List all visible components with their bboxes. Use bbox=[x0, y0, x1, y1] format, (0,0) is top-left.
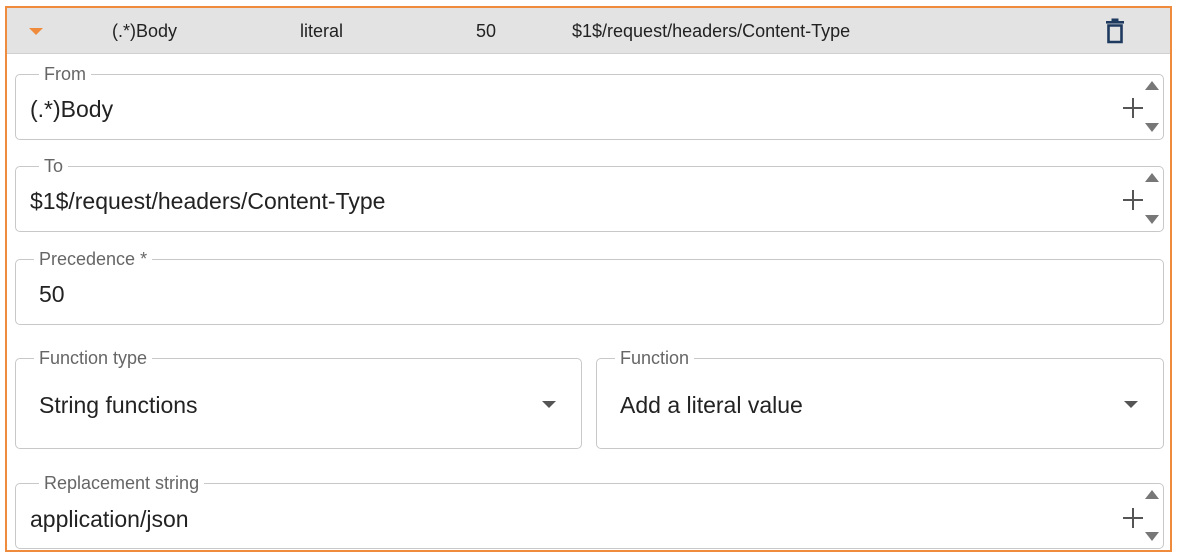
to-field[interactable]: To $1$/request/headers/Content-Type bbox=[15, 156, 1164, 232]
trash-icon[interactable] bbox=[1104, 18, 1126, 44]
rule-panel: (.*)Body literal 50 $1$/request/headers/… bbox=[5, 6, 1172, 552]
spin-up-icon[interactable] bbox=[1145, 173, 1159, 182]
function-type-value: String functions bbox=[39, 392, 198, 418]
from-field[interactable]: From (.*)Body bbox=[15, 64, 1164, 140]
caret-down-icon[interactable] bbox=[29, 28, 43, 35]
function-value: Add a literal value bbox=[620, 392, 803, 418]
spin-up-icon[interactable] bbox=[1145, 490, 1159, 499]
function-label: Function bbox=[615, 348, 695, 368]
function-type-label: Function type bbox=[34, 348, 153, 368]
rule-header-row[interactable]: (.*)Body literal 50 $1$/request/headers/… bbox=[7, 8, 1170, 54]
header-from: (.*)Body bbox=[112, 21, 178, 41]
plus-icon[interactable] bbox=[1122, 189, 1144, 211]
spin-down-icon[interactable] bbox=[1145, 532, 1159, 541]
precedence-label: Precedence * bbox=[34, 249, 153, 269]
header-to: $1$/request/headers/Content-Type bbox=[572, 21, 851, 41]
plus-icon[interactable] bbox=[1122, 507, 1144, 529]
chevron-down-icon[interactable] bbox=[542, 401, 556, 408]
from-value[interactable]: (.*)Body bbox=[30, 96, 113, 123]
spin-up-icon[interactable] bbox=[1145, 81, 1159, 90]
spin-down-icon[interactable] bbox=[1145, 123, 1159, 132]
header-precedence: 50 bbox=[476, 21, 497, 41]
to-label: To bbox=[39, 156, 69, 176]
to-value[interactable]: $1$/request/headers/Content-Type bbox=[30, 188, 385, 215]
header-function: literal bbox=[300, 21, 344, 41]
function-select[interactable]: Function Add a literal value bbox=[596, 348, 1164, 449]
plus-icon[interactable] bbox=[1122, 97, 1144, 119]
from-label: From bbox=[39, 64, 91, 84]
replacement-string-label: Replacement string bbox=[39, 473, 205, 493]
precedence-value[interactable]: 50 bbox=[39, 281, 65, 308]
chevron-down-icon[interactable] bbox=[1124, 401, 1138, 408]
precedence-field[interactable]: Precedence * 50 bbox=[15, 249, 1164, 325]
replacement-string-value[interactable]: application/json bbox=[30, 506, 189, 533]
replacement-string-field[interactable]: Replacement string application/json bbox=[15, 473, 1164, 549]
spin-down-icon[interactable] bbox=[1145, 215, 1159, 224]
function-type-select[interactable]: Function type String functions bbox=[15, 348, 582, 449]
